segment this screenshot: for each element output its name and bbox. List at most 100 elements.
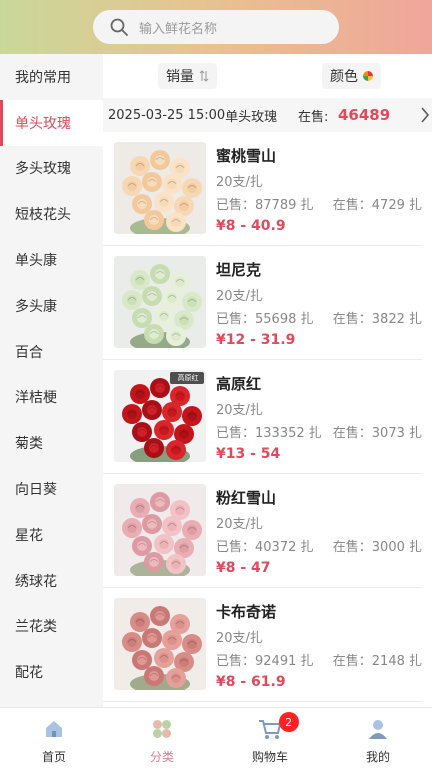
product-list: 蜜桃雪山 20支/扎 已售：87789 扎在售：4729 扎 ¥8 - 40.9 坦尼克… <box>103 132 432 702</box>
product-sold: 已售：133352 扎 <box>216 426 322 441</box>
tab-home[interactable]: 首页 <box>0 708 108 768</box>
color-filter-label: 颜色 <box>330 69 358 85</box>
home-icon <box>43 718 65 744</box>
product-item[interactable]: 卡布奇诺 20支/扎已售：92491 扎 在售：2148 扎 ¥8 - 61.9 <box>103 588 422 702</box>
sidebar-item[interactable]: 短枝花头 <box>0 191 103 237</box>
profile-icon <box>367 718 389 744</box>
search-placeholder: 输入鲜花名称 <box>139 21 218 37</box>
flower-photo <box>114 370 206 462</box>
cart-badge: 2 <box>278 712 299 732</box>
product-spec: 20支/扎 <box>216 175 263 190</box>
header: 输入鲜花名称 <box>0 0 432 54</box>
tab-profile[interactable]: 我的 <box>324 708 432 768</box>
sidebar-item-label: 我的常用 <box>15 69 71 86</box>
flower-photo <box>114 598 206 690</box>
product-sold: 已售：40372 扎 <box>216 540 314 555</box>
category-sidebar: 我的常用单头玫瑰多头玫瑰短枝花头单头康多头康百合洋桔梗菊类向日葵星花绣球花兰花类… <box>0 54 103 707</box>
sidebar-item[interactable]: 百合 <box>0 329 103 375</box>
search-bar[interactable]: 输入鲜花名称 <box>93 10 339 44</box>
info-datetime: 2025-03-25 15:00 <box>108 107 226 123</box>
product-spec: 20支/扎 <box>216 631 263 646</box>
tab-cart[interactable]: 2 购物车 <box>216 708 324 768</box>
sidebar-item[interactable]: 菊类 <box>0 420 103 466</box>
sidebar-item[interactable]: 多头康 <box>0 283 103 329</box>
product-spec: 20支/扎 <box>216 403 263 418</box>
sidebar-item-label: 多头玫瑰 <box>15 161 71 178</box>
sidebar-item[interactable]: 单头玫瑰 <box>0 99 103 146</box>
product-sold: 已售：55698 扎 <box>216 312 314 327</box>
product-thumbnail[interactable] <box>114 142 206 234</box>
sidebar-item-label: 向日葵 <box>15 482 57 499</box>
tab-label: 首页 <box>41 750 66 764</box>
sidebar-item-label: 单头玫瑰 <box>15 115 71 132</box>
color-palette-icon <box>363 71 373 81</box>
product-name: 卡布奇诺 <box>216 603 277 621</box>
onsale-label: 在售: <box>298 109 329 125</box>
bottom-tab-bar: 首页 分类 2 购物车 我的 <box>0 707 432 768</box>
product-thumbnail[interactable] <box>114 598 206 690</box>
product-thumbnail[interactable] <box>114 484 206 576</box>
product-name: 粉红雪山 <box>216 489 277 507</box>
sidebar-item-label: 多头康 <box>15 298 57 315</box>
product-price: ¥8 - 40.9 <box>216 218 286 234</box>
flower-photo <box>114 142 206 234</box>
chevron-right-icon <box>421 107 429 123</box>
product-spec: 20支/扎 <box>216 289 263 304</box>
sidebar-item-label: 菊类 <box>15 436 43 453</box>
product-item[interactable]: 粉红雪山 20支/扎已售：40372 扎 在售：3000 扎 ¥8 - 47 <box>103 474 422 588</box>
sidebar-item-label: 单头康 <box>15 253 57 270</box>
sidebar-item[interactable]: 配花 <box>0 649 103 695</box>
product-sold: 已售：87789 扎 <box>216 198 314 213</box>
product-thumbnail[interactable]: 高原红 <box>114 370 206 462</box>
sidebar-item[interactable]: 多头玫瑰 <box>0 146 103 192</box>
sidebar-item[interactable]: 单头康 <box>0 237 103 283</box>
sort-arrows-icon <box>199 70 209 82</box>
sidebar-item-label: 兰花类 <box>15 619 57 636</box>
product-sold: 已售：92491 扎 <box>216 654 314 669</box>
sidebar-item-label: 配花 <box>15 665 43 682</box>
product-item[interactable]: 蜜桃雪山 20支/扎已售：87789 扎 在售：4729 扎 ¥8 - 40.9 <box>103 132 422 246</box>
product-name: 高原红 <box>216 375 262 393</box>
product-item[interactable]: 坦尼克 20支/扎已售：55698 扎 在售：3822 扎 ¥12 - 31.9 <box>103 246 422 360</box>
sidebar-item-label: 短枝花头 <box>15 207 71 224</box>
sort-sales-label: 销量 <box>166 69 194 85</box>
sidebar-item[interactable]: 向日葵 <box>0 466 103 512</box>
tab-label: 购物车 <box>251 750 288 764</box>
product-stock: 在售：3000 扎 <box>332 540 422 555</box>
product-name: 蜜桃雪山 <box>216 147 277 165</box>
sidebar-item[interactable]: 兰花类 <box>0 604 103 650</box>
product-stock: 在售：2148 扎 <box>332 654 422 669</box>
product-price: ¥8 - 47 <box>216 560 271 576</box>
product-item[interactable]: 高原红 高原红 20支/扎已售：133352 扎在售：3073 扎 ¥13 - 54 <box>103 360 422 474</box>
flower-photo <box>114 484 206 576</box>
sidebar-item-label: 洋桔梗 <box>15 390 57 407</box>
product-price: ¥13 - 54 <box>216 446 281 462</box>
search-icon <box>110 18 128 36</box>
sidebar-item[interactable]: 绣球花 <box>0 558 103 604</box>
product-thumbnail[interactable] <box>114 256 206 348</box>
product-price: ¥12 - 31.9 <box>216 332 296 348</box>
product-photo-tag: 高原红 <box>177 374 199 382</box>
info-category: 单头玫瑰 <box>225 109 278 125</box>
flower-photo <box>114 256 206 348</box>
sidebar-item-label: 绣球花 <box>15 573 57 590</box>
sort-bar: 销量 颜色 <box>103 54 432 98</box>
tab-label: 我的 <box>365 750 390 764</box>
tab-label: 分类 <box>149 750 174 764</box>
product-panel: 销量 颜色 2025-03-25 15:00 单头玫瑰 在售: 46489 蜜桃… <box>103 54 432 707</box>
product-stock: 在售：3073 扎 <box>332 426 422 441</box>
sidebar-item[interactable]: 洋桔梗 <box>0 375 103 421</box>
product-price: ¥8 - 61.9 <box>216 674 286 690</box>
sidebar-item[interactable]: 星花 <box>0 512 103 558</box>
tab-category[interactable]: 分类 <box>108 708 216 768</box>
category-info-bar[interactable]: 2025-03-25 15:00 单头玫瑰 在售: 46489 <box>103 98 432 132</box>
color-filter-button[interactable]: 颜色 <box>322 63 381 89</box>
sort-sales-button[interactable]: 销量 <box>158 63 217 89</box>
sidebar-item-label: 百合 <box>15 344 43 361</box>
product-stock: 在售：4729 扎 <box>332 198 422 213</box>
product-stock: 在售：3822 扎 <box>332 312 422 327</box>
product-name: 坦尼克 <box>216 261 262 279</box>
sidebar-item-label: 星花 <box>15 527 43 544</box>
sidebar-item[interactable]: 我的常用 <box>0 54 103 100</box>
product-spec: 20支/扎 <box>216 517 263 532</box>
